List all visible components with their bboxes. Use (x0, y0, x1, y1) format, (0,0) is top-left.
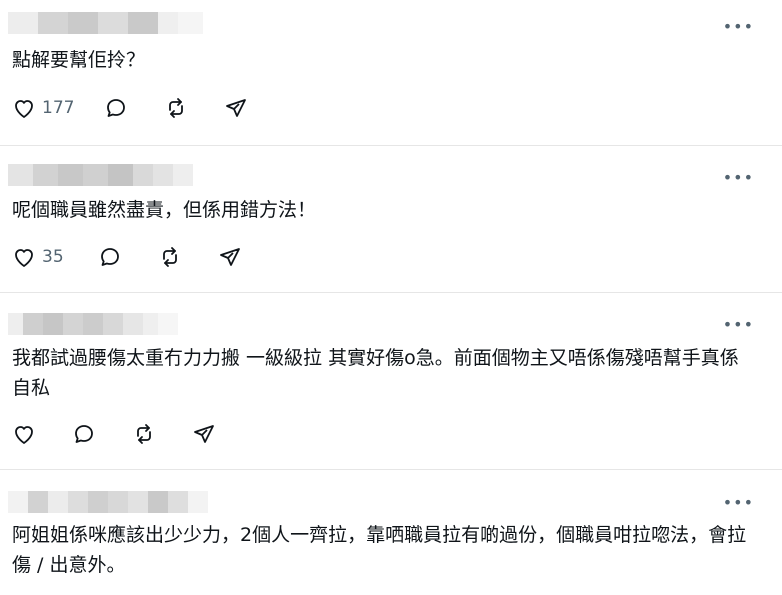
like-button[interactable] (12, 422, 36, 446)
send-icon (219, 248, 240, 266)
heart-icon (15, 100, 33, 118)
blurred-username (8, 12, 203, 34)
heart-icon (15, 426, 33, 444)
post-4: ••• 阿姐姐係咪應該出少少力，2個人一齊拉，靠哂職員拉有啲過份，個職員咁拉唿法… (0, 470, 782, 595)
post-text: 我都試過腰傷太重冇力力搬 一級級拉 其實好傷o急。前面個物主又唔係傷殘唔幫手真係… (12, 347, 739, 399)
blurred-username (8, 491, 208, 513)
post-2: ••• 呢個職員雖然盡責，但係用錯方法！ 35 (0, 146, 782, 292)
comment-icon (75, 425, 93, 443)
like-count: 35 (42, 247, 64, 267)
reply-button[interactable] (98, 245, 122, 269)
repost-icon (169, 98, 184, 118)
repost-button[interactable] (132, 422, 156, 446)
like-button[interactable]: 177 (12, 96, 74, 120)
repost-button[interactable] (158, 245, 182, 269)
comment-icon (107, 99, 126, 117)
reply-button[interactable] (72, 422, 96, 446)
more-options-button[interactable]: ••• (723, 19, 754, 35)
comment-icon (100, 248, 119, 266)
share-button[interactable] (224, 96, 248, 120)
share-button[interactable] (192, 422, 216, 446)
more-options-button[interactable]: ••• (723, 170, 754, 186)
post-text: 阿姐姐係咪應該出少少力，2個人一齊拉，靠哂職員拉有啲過份，個職員咁拉唿法，會拉傷… (12, 524, 747, 576)
like-count: 177 (42, 98, 75, 118)
like-button[interactable]: 35 (12, 245, 64, 269)
send-icon (194, 425, 214, 443)
more-options-button[interactable]: ••• (723, 317, 754, 333)
repost-icon (137, 424, 151, 444)
repost-icon (162, 247, 177, 267)
post-text: 點解要幫佢拎？ (12, 49, 146, 71)
reply-button[interactable] (104, 96, 128, 120)
blurred-username (8, 313, 178, 335)
more-options-button[interactable]: ••• (723, 495, 754, 511)
post-3: ••• 我都試過腰傷太重冇力力搬 一級級拉 其實好傷o急。前面個物主又唔係傷殘唔… (0, 293, 782, 469)
heart-icon (15, 249, 33, 267)
blurred-username (8, 164, 193, 186)
share-button[interactable] (218, 245, 242, 269)
post-text: 呢個職員雖然盡責，但係用錯方法！ (12, 199, 317, 221)
send-icon (226, 99, 247, 117)
post-1: ••• 點解要幫佢拎？ 177 (0, 0, 782, 145)
repost-button[interactable] (164, 96, 188, 120)
